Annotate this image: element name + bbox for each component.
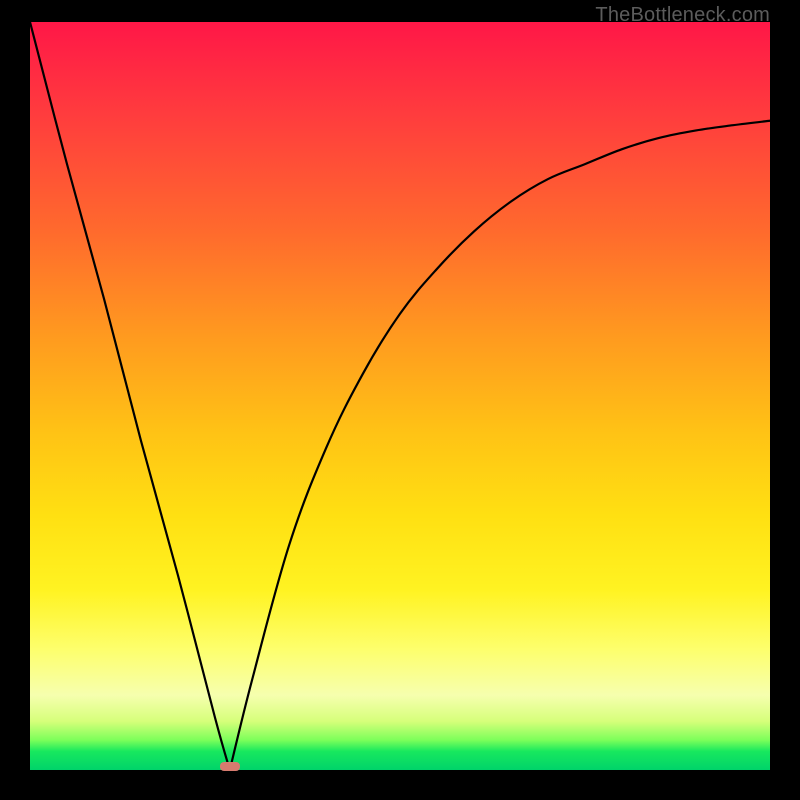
chart-frame: TheBottleneck.com: [0, 0, 800, 800]
minimum-marker: [220, 762, 240, 771]
plot-area: [30, 22, 770, 770]
bottleneck-curve: [30, 22, 770, 770]
